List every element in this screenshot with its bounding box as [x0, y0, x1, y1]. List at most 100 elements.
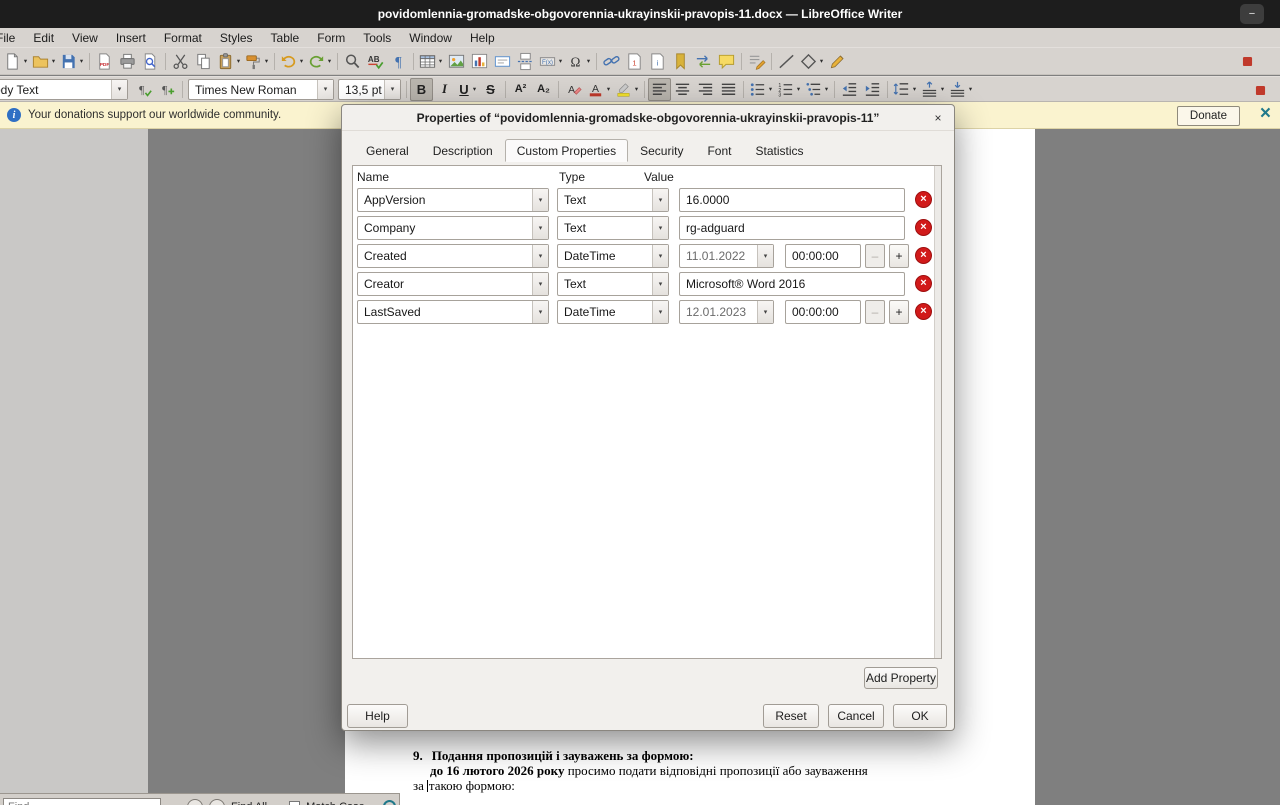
property-time-input[interactable]: 00:00:00 [785, 244, 861, 268]
chevron-down-icon[interactable]: ▾ [757, 301, 773, 323]
property-date-combo[interactable]: 11.01.2022▾ [679, 244, 774, 268]
delete-property-button[interactable]: × [915, 303, 932, 320]
menu-table[interactable]: Table [262, 29, 309, 47]
chevron-down-icon[interactable]: ▾ [298, 57, 305, 65]
menu-format[interactable]: Format [155, 29, 211, 47]
dialog-close-icon[interactable]: × [930, 110, 946, 126]
toolbar-overflow-icon[interactable] [1241, 55, 1254, 68]
chevron-down-icon[interactable]: ▾ [532, 217, 548, 239]
insert-field-button[interactable]: ▾ [537, 50, 565, 73]
properties-scrollbar[interactable] [934, 166, 941, 658]
unordered-list-button[interactable]: ▾ [747, 78, 775, 101]
increase-indent-button[interactable] [861, 78, 884, 101]
find-option-icon[interactable] [383, 800, 396, 805]
track-changes-button[interactable] [745, 50, 768, 73]
basic-shapes-button[interactable]: ▾ [798, 50, 826, 73]
font-size-combo[interactable]: 13,5 pt ▾ [338, 79, 401, 100]
chevron-down-icon[interactable]: ▾ [532, 273, 548, 295]
chevron-down-icon[interactable]: ▾ [652, 301, 668, 323]
align-left-button[interactable] [648, 78, 671, 101]
font-name-combo[interactable]: Times New Roman ▾ [188, 79, 334, 100]
chevron-down-icon[interactable]: ▾ [317, 80, 333, 99]
chevron-down-icon[interactable]: ▾ [818, 57, 825, 65]
property-plus-button[interactable]: + [889, 244, 909, 268]
chevron-down-icon[interactable]: ▾ [326, 57, 333, 65]
undo-button[interactable]: ▾ [278, 50, 306, 73]
dialog-titlebar[interactable]: Properties of “povidomlennia-gromadske-o… [342, 105, 954, 131]
print-button[interactable] [116, 50, 139, 73]
print-preview-button[interactable] [139, 50, 162, 73]
chevron-down-icon[interactable]: ▾ [532, 189, 548, 211]
new-document-button[interactable]: ▾ [2, 50, 30, 73]
chevron-down-icon[interactable]: ▾ [384, 80, 400, 99]
infobar-close-icon[interactable]: × [1260, 103, 1271, 125]
property-date-combo[interactable]: 12.01.2023▾ [679, 300, 774, 324]
tab-description[interactable]: Description [421, 139, 505, 162]
chevron-down-icon[interactable]: ▾ [652, 273, 668, 295]
insert-textbox-button[interactable] [491, 50, 514, 73]
outline-list-button[interactable]: ▾ [803, 78, 831, 101]
copy-button[interactable] [192, 50, 215, 73]
cut-button[interactable] [169, 50, 192, 73]
menu-file[interactable]: File [0, 29, 24, 47]
subscript-button[interactable]: A₂ [532, 78, 555, 101]
chevron-down-icon[interactable]: ▾ [767, 85, 774, 93]
chevron-down-icon[interactable]: ▾ [585, 57, 592, 65]
spelling-button[interactable] [364, 50, 387, 73]
strikethrough-button[interactable]: S [479, 78, 502, 101]
property-type-combo[interactable]: Text▾ [557, 272, 669, 296]
menu-window[interactable]: Window [400, 29, 461, 47]
property-name-combo[interactable]: Created▾ [357, 244, 549, 268]
find-all-button[interactable]: Find All [231, 801, 267, 805]
chevron-down-icon[interactable]: ▾ [111, 80, 127, 99]
tab-general[interactable]: General [354, 139, 421, 162]
chevron-down-icon[interactable]: ▾ [652, 245, 668, 267]
chevron-down-icon[interactable]: ▾ [823, 85, 830, 93]
tab-custom-properties[interactable]: Custom Properties [505, 139, 628, 162]
ordered-list-button[interactable]: ▾ [775, 78, 803, 101]
chevron-down-icon[interactable]: ▾ [78, 57, 85, 65]
reset-button[interactable]: Reset [763, 704, 819, 728]
property-name-combo[interactable]: AppVersion▾ [357, 188, 549, 212]
find-and-replace-button[interactable] [341, 50, 364, 73]
insert-image-button[interactable] [445, 50, 468, 73]
cancel-button[interactable]: Cancel [828, 704, 884, 728]
menu-view[interactable]: View [63, 29, 107, 47]
property-value-input[interactable]: Microsoft® Word 2016 [679, 272, 905, 296]
chevron-down-icon[interactable]: ▾ [471, 85, 478, 93]
delete-property-button[interactable]: × [915, 191, 932, 208]
find-next-button[interactable]: ▾ [209, 799, 225, 805]
new-style-button[interactable] [156, 78, 179, 101]
chevron-down-icon[interactable]: ▾ [605, 85, 612, 93]
chevron-down-icon[interactable]: ▾ [22, 57, 29, 65]
export-pdf-button[interactable] [93, 50, 116, 73]
chevron-down-icon[interactable]: ▾ [235, 57, 242, 65]
chevron-down-icon[interactable]: ▾ [911, 85, 918, 93]
chevron-down-icon[interactable]: ▾ [532, 301, 548, 323]
align-center-button[interactable] [671, 78, 694, 101]
chevron-down-icon[interactable]: ▾ [757, 245, 773, 267]
property-type-combo[interactable]: Text▾ [557, 216, 669, 240]
minimize-button[interactable]: − [1240, 4, 1264, 24]
property-name-combo[interactable]: Creator▾ [357, 272, 549, 296]
insert-chart-button[interactable] [468, 50, 491, 73]
property-name-combo[interactable]: LastSaved▾ [357, 300, 549, 324]
add-property-button[interactable]: Add Property [864, 667, 938, 689]
insert-comment-button[interactable] [715, 50, 738, 73]
show-draw-functions-button[interactable] [826, 50, 849, 73]
bold-button[interactable]: B [410, 78, 433, 101]
italic-button[interactable]: I [433, 78, 456, 101]
property-plus-button[interactable]: + [889, 300, 909, 324]
save-button[interactable]: ▾ [58, 50, 86, 73]
chevron-down-icon[interactable]: ▾ [50, 57, 57, 65]
donate-button[interactable]: Donate [1177, 106, 1240, 126]
find-dropdown-icon[interactable]: ▾ [167, 799, 181, 805]
formatting-marks-button[interactable] [387, 50, 410, 73]
clone-formatting-button[interactable]: ▾ [243, 50, 271, 73]
ok-button[interactable]: OK [893, 704, 947, 728]
find-previous-button[interactable]: ▴ [187, 799, 203, 805]
underline-button[interactable]: U▾ [456, 78, 479, 101]
justify-button[interactable] [717, 78, 740, 101]
chevron-down-icon[interactable]: ▾ [967, 85, 974, 93]
menu-styles[interactable]: Styles [211, 29, 262, 47]
